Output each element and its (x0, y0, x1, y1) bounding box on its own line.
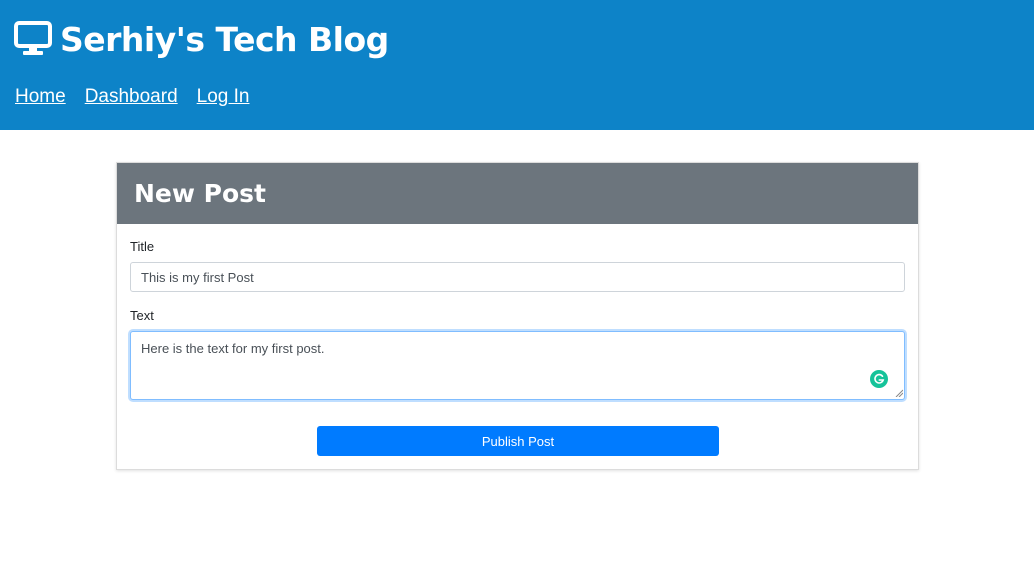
site-title: Serhiy's Tech Blog (60, 19, 389, 59)
publish-post-button[interactable]: Publish Post (317, 426, 719, 456)
resize-handle-icon[interactable] (895, 389, 903, 397)
new-post-card: New Post Title Text Here is the text for… (116, 162, 919, 470)
card-header: New Post (117, 163, 918, 224)
main-nav: Home Dashboard Log In (15, 86, 268, 108)
brand[interactable]: Serhiy's Tech Blog (14, 18, 389, 60)
title-input[interactable] (130, 262, 905, 292)
title-label: Title (130, 239, 155, 254)
site-header: Serhiy's Tech Blog Home Dashboard Log In (0, 0, 1034, 130)
nav-link-login[interactable]: Log In (197, 86, 250, 108)
nav-link-home[interactable]: Home (15, 86, 66, 108)
nav-link-dashboard[interactable]: Dashboard (85, 86, 178, 108)
text-label: Text (130, 308, 154, 323)
card-title: New Post (134, 179, 267, 208)
grammarly-g-icon (874, 373, 885, 384)
grammarly-icon[interactable] (870, 370, 888, 388)
text-textarea[interactable]: Here is the text for my first post. (130, 331, 905, 400)
monitor-icon (14, 21, 52, 55)
